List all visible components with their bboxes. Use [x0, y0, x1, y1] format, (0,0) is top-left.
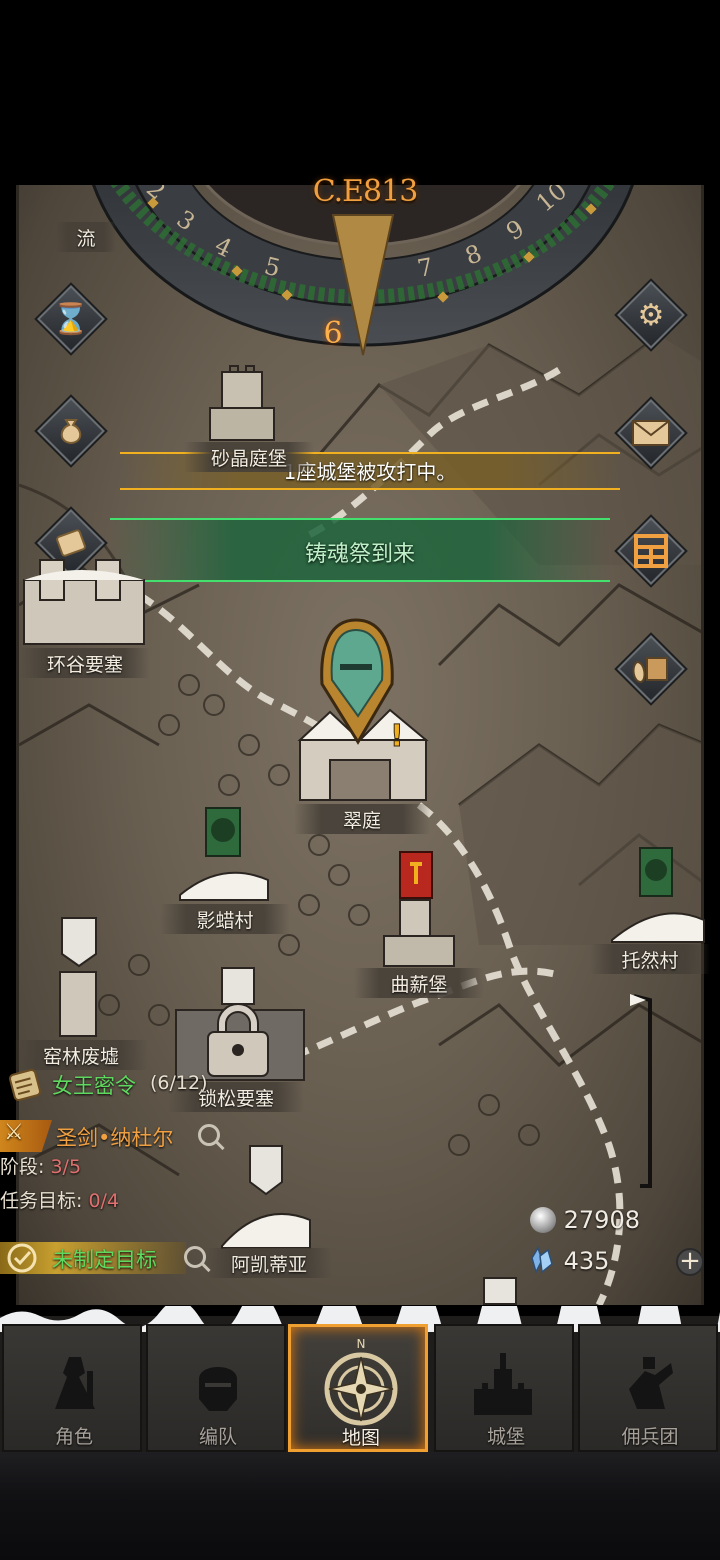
crystal-icon — [531, 1246, 553, 1275]
stage-label: 阶段: — [0, 1156, 45, 1178]
tab-map[interactable]: N 地图 — [288, 1324, 428, 1452]
tab-map-label: 地图 — [341, 1427, 380, 1449]
compass-icon — [291, 1345, 431, 1426]
location-label-akai[interactable]: 阿凯蒂亚 — [206, 1248, 332, 1278]
tab-formation[interactable]: 编队 — [146, 1324, 286, 1452]
silver-amount: 27908 — [563, 1206, 640, 1234]
location-label-sand[interactable]: 砂晶庭堡 — [184, 442, 314, 472]
quest-unset-goal[interactable]: 未制定目标 — [0, 1238, 220, 1278]
mercenary-icon — [580, 1344, 720, 1424]
crossed-swords-icon: ⚔ — [4, 1120, 24, 1145]
location-label-cuiting[interactable]: 翠庭 — [294, 804, 430, 834]
tab-castle[interactable]: 城堡 — [434, 1324, 574, 1452]
location-label-tuoran[interactable]: 托然村 — [590, 944, 710, 974]
tab-character[interactable]: 角色 — [2, 1324, 142, 1452]
helmet-icon — [148, 1344, 288, 1424]
village-tuoran-sprite — [611, 847, 705, 943]
goal-value: 0/4 — [88, 1190, 120, 1212]
location-label-huangu[interactable]: 环谷要塞 — [20, 648, 150, 678]
crystal-currency: 435 — [530, 1246, 609, 1275]
castle-quxin-sprite — [383, 851, 455, 967]
silver-coin-icon — [530, 1207, 556, 1233]
search-icon[interactable] — [198, 1124, 220, 1146]
search-icon[interactable] — [184, 1246, 206, 1268]
quest-unset-title: 未制定目标 — [52, 1248, 157, 1272]
ruins-milin-sprite — [59, 917, 97, 1037]
quest-sword-stage: 阶段: 3/5 — [0, 1152, 81, 1179]
bottom-nav: 角色 编队 N 地图 城堡 佣兵团 — [0, 1306, 720, 1452]
village-akai-sprite — [221, 1145, 311, 1249]
quest-queen-progress: (6/12) — [150, 1072, 208, 1094]
knight-icon — [4, 1344, 144, 1424]
crystal-amount: 435 — [563, 1247, 610, 1275]
tab-castle-label: 城堡 — [486, 1426, 525, 1448]
locked-fortress-suosong-sprite — [175, 967, 305, 1081]
quest-queen-order[interactable]: 女王密令 (6/12) — [4, 1066, 234, 1102]
bottom-system-area — [0, 1452, 720, 1560]
village-yingla-sprite — [179, 807, 269, 901]
quest-sword-goal: 任务目标: 0/4 — [0, 1186, 119, 1213]
quest-queen-title: 女王密令 — [52, 1074, 136, 1098]
location-label-quxin[interactable]: 曲薪堡 — [354, 968, 484, 998]
goal-label: 任务目标: — [0, 1190, 83, 1212]
tab-mercenary[interactable]: 佣兵团 — [578, 1324, 718, 1452]
scroll-quest-icon — [8, 1068, 42, 1102]
svg-text:!: ! — [390, 719, 404, 754]
castle-icon — [436, 1344, 576, 1424]
stage-value: 3/5 — [50, 1156, 82, 1178]
tab-character-label: 角色 — [54, 1426, 93, 1448]
castle-sand-sprite — [209, 365, 275, 441]
location-label-liu[interactable]: 流 — [56, 222, 116, 252]
castle-huangu-sprite — [23, 559, 145, 645]
location-label-yingla[interactable]: 影蜡村 — [160, 904, 290, 934]
compass-north-label: N — [356, 1337, 366, 1351]
quest-holy-sword[interactable]: ⚔ 圣剑•纳杜尔 — [0, 1118, 240, 1154]
silver-currency: 27908 — [530, 1206, 640, 1234]
quest-sword-title: 圣剑•纳杜尔 — [56, 1126, 174, 1150]
target-icon — [7, 1243, 37, 1273]
add-crystal-button[interactable]: + — [676, 1248, 704, 1276]
tab-mercenary-label: 佣兵团 — [621, 1426, 679, 1448]
tab-formation-label: 编队 — [198, 1426, 237, 1448]
